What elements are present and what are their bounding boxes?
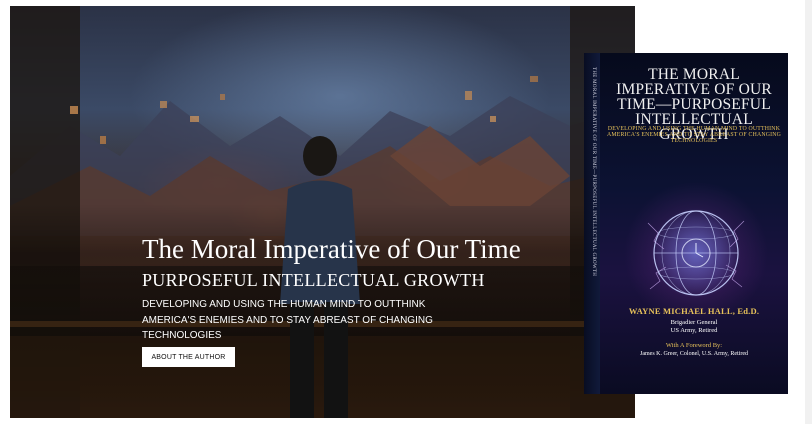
book-tagline: DEVELOPING AND USING THE HUMAN MIND TO O… [606,126,782,145]
globe-icon [647,210,745,296]
book-author-rank: Brigadier General US Army, Retired [600,319,788,335]
hero-banner: The Moral Imperative of Our Time PURPOSE… [10,6,635,418]
book-front-cover: THE MORAL IMPERATIVE OF OUR TIME—PURPOSE… [600,53,788,394]
book-foreword-label: With A Foreword By: [665,342,723,349]
hero-title: The Moral Imperative of Our Time [142,234,521,264]
book-rank-line: Brigadier General [670,319,718,326]
book-author: WAYNE MICHAEL HALL, Ed.D. [628,306,760,316]
book-service-line: US Army, Retired [670,327,718,334]
hero-description: DEVELOPING AND USING THE HUMAN MIND TO O… [142,299,433,341]
book-cover-image: THE MORAL IMPERATIVE OF OUR TIME—PURPOSE… [584,53,788,394]
hero-subtitle: PURPOSEFUL INTELLECTUAL GROWTH [142,270,485,290]
about-the-author-button[interactable]: ABOUT THE AUTHOR [142,347,235,367]
page-scrollbar[interactable] [805,0,812,424]
book-spine: THE MORAL IMPERATIVE OF OUR TIME—PURPOSE… [584,53,600,394]
book-foreword-author: James K. Greer, Colonel, U.S. Army, Reti… [639,351,749,357]
book-spine-text: THE MORAL IMPERATIVE OF OUR TIME—PURPOSE… [591,67,596,277]
